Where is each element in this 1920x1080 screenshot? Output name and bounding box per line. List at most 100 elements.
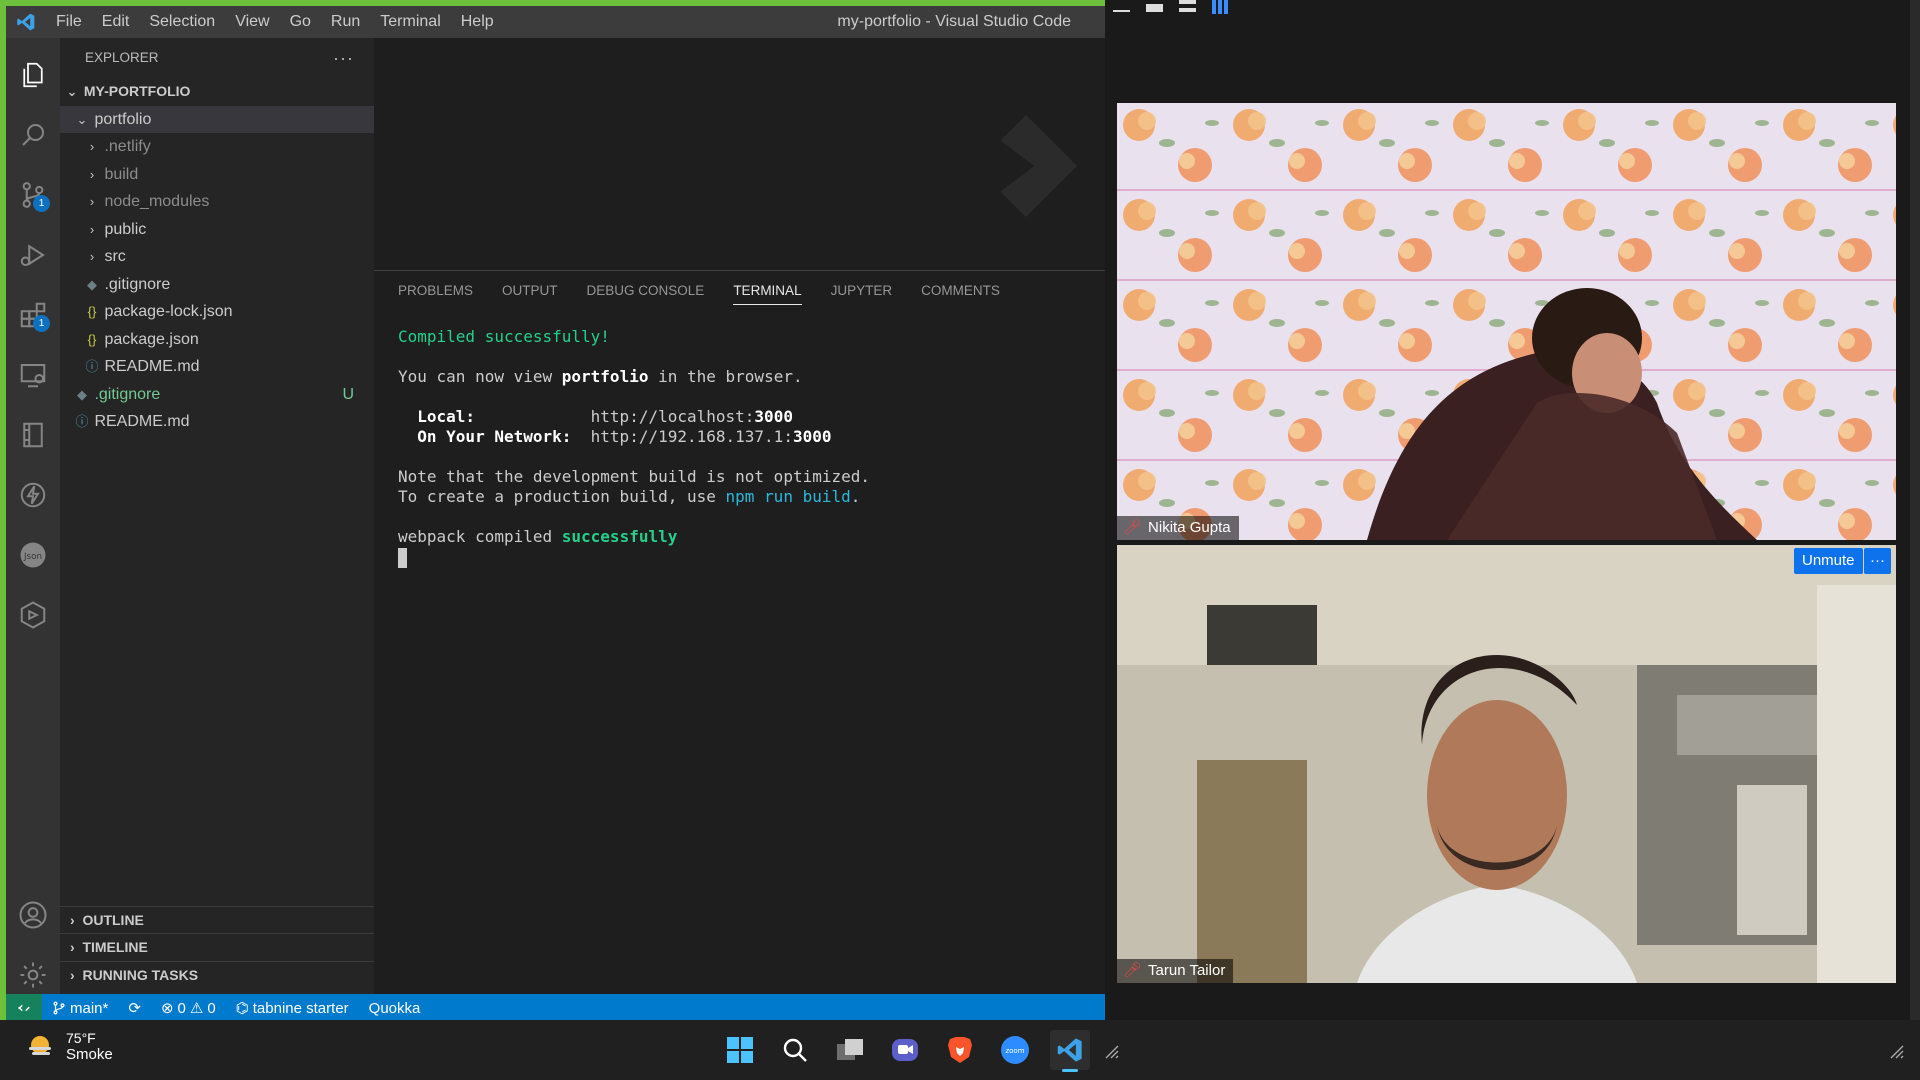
section-label: OUTLINE <box>82 911 144 928</box>
vscode-taskbar-icon[interactable] <box>1050 1030 1090 1072</box>
lightning-icon[interactable] <box>6 468 60 522</box>
folder-src[interactable]: › src <box>60 243 374 271</box>
workspace-root[interactable]: ⌄ MY-PORTFOLIO <box>60 78 374 106</box>
chevron-right-icon: › <box>89 249 95 264</box>
explorer-sidebar: EXPLORER ··· ⌄ MY-PORTFOLIO ⌄ portfolio … <box>60 38 374 994</box>
resize-grip-icon[interactable] <box>1885 1040 1909 1064</box>
section-timeline[interactable]: › TIMELINE <box>60 933 374 961</box>
file-gitignore[interactable]: ◆ .gitignore <box>60 271 374 299</box>
tabnine-label: tabnine starter <box>252 999 349 1017</box>
file-package-json[interactable]: {} package.json <box>60 326 374 354</box>
menu-help[interactable]: Help <box>451 6 504 38</box>
window-title: my-portfolio - Visual Studio Code <box>837 13 1071 30</box>
task-view-icon[interactable] <box>830 1030 870 1070</box>
file-label: package.json <box>104 330 199 348</box>
folder-label: .netlify <box>104 138 151 155</box>
notebook-icon[interactable] <box>6 408 60 462</box>
file-readme[interactable]: ⓘ README.md <box>60 353 374 381</box>
problems-status[interactable]: ⊗ 0 ⚠ 0 <box>151 999 226 1018</box>
minimize-view-icon[interactable] <box>1113 4 1130 12</box>
search-icon[interactable] <box>775 1030 815 1070</box>
compiled-message: Compiled successfully! <box>398 327 610 346</box>
file-package-lock[interactable]: {} package-lock.json <box>60 298 374 326</box>
panel-tabs: PROBLEMS OUTPUT DEBUG CONSOLE TERMINAL J… <box>374 271 1105 311</box>
explorer-more-icon[interactable]: ··· <box>333 38 354 78</box>
remote-indicator-icon[interactable] <box>6 994 42 1022</box>
participant-name: Tarun Tailor <box>1148 962 1226 979</box>
editor-area[interactable] <box>374 38 1105 270</box>
temperature: 75°F <box>66 1030 96 1046</box>
note-line-2-suffix: . <box>850 487 861 506</box>
folder-label: node_modules <box>104 193 210 210</box>
menu-selection[interactable]: Selection <box>139 6 225 38</box>
build-command: npm run build <box>725 487 851 506</box>
menu-run[interactable]: Run <box>321 6 370 38</box>
git-branch-status[interactable]: main* <box>42 1000 118 1017</box>
tab-output[interactable]: OUTPUT <box>502 277 558 305</box>
speaker-view-icon[interactable] <box>1146 4 1163 12</box>
resize-grip-icon[interactable] <box>1100 1040 1124 1064</box>
menu-view[interactable]: View <box>225 6 279 38</box>
activity-bar: 1 1 Json <box>6 38 60 994</box>
error-icon: ⊗ <box>160 1000 174 1017</box>
hazy-sun-icon <box>29 1035 51 1055</box>
tab-comments[interactable]: COMMENTS <box>921 277 1000 305</box>
folder-build[interactable]: › build <box>60 161 374 189</box>
explorer-icon[interactable] <box>6 48 60 102</box>
menu-go[interactable]: Go <box>280 6 321 38</box>
extensions-icon[interactable]: 1 <box>6 288 60 342</box>
sync-button[interactable]: ⟳ <box>118 999 151 1017</box>
unmute-button[interactable]: Unmute <box>1794 548 1863 574</box>
json-icon[interactable]: Json <box>6 528 60 582</box>
source-control-icon[interactable]: 1 <box>6 168 60 222</box>
search-icon[interactable] <box>6 108 60 162</box>
participant-video-2[interactable]: 🎤︎ Tarun Tailor <box>1117 545 1896 983</box>
section-running-tasks[interactable]: › RUNNING TASKS <box>60 960 374 988</box>
stacked-view-icon[interactable] <box>1179 0 1196 12</box>
participant-video-1[interactable]: 🎤︎ Nikita Gupta <box>1117 103 1896 540</box>
root-file-readme[interactable]: ⓘ README.md <box>60 408 374 436</box>
tab-terminal[interactable]: TERMINAL <box>733 277 802 305</box>
folder-portfolio[interactable]: ⌄ portfolio <box>60 105 374 133</box>
file-label: .gitignore <box>104 275 171 293</box>
error-count: 0 <box>177 999 186 1017</box>
run-debug-icon[interactable] <box>6 228 60 282</box>
root-file-gitignore[interactable]: ◆ .gitignore U <box>60 381 374 409</box>
tab-debug-console[interactable]: DEBUG CONSOLE <box>587 277 705 305</box>
menu-file[interactable]: File <box>46 6 92 38</box>
warning-icon: ⚠ <box>189 1000 204 1017</box>
vscode-window: File Edit Selection View Go Run Terminal… <box>0 0 1111 1022</box>
tab-jupyter[interactable]: JUPYTER <box>831 277 893 305</box>
weather-condition: Smoke <box>66 1046 113 1063</box>
cube-icon[interactable] <box>6 588 60 642</box>
tabnine-icon: ⌬ <box>235 1000 249 1017</box>
tab-problems[interactable]: PROBLEMS <box>398 277 473 305</box>
gallery-view-icon[interactable] <box>1212 0 1229 14</box>
section-outline[interactable]: › OUTLINE <box>60 905 374 933</box>
file-label: .gitignore <box>94 385 161 403</box>
explorer-header: EXPLORER ··· <box>60 38 374 78</box>
quokka-status[interactable]: Quokka <box>359 1000 431 1017</box>
local-label: Local: <box>417 407 476 426</box>
zoom-app-icon[interactable]: zoom <box>995 1030 1035 1070</box>
folder-netlify[interactable]: › .netlify <box>60 133 374 161</box>
teams-chat-icon[interactable] <box>885 1030 925 1070</box>
folder-public[interactable]: › public <box>60 216 374 244</box>
muted-mic-icon: 🎤︎ <box>1123 962 1143 979</box>
remote-explorer-icon[interactable] <box>6 348 60 402</box>
folder-label: portfolio <box>94 110 152 128</box>
terminal-output[interactable]: Compiled successfully! You can now view … <box>374 311 1105 568</box>
account-icon[interactable] <box>6 888 60 942</box>
folder-node-modules[interactable]: › node_modules <box>60 188 374 216</box>
tabnine-status[interactable]: ⌬ tabnine starter <box>226 999 359 1018</box>
menu-terminal[interactable]: Terminal <box>370 6 450 38</box>
participant-more-button[interactable]: ··· <box>1864 548 1891 574</box>
weather-widget[interactable]: 75°F Smoke <box>24 1030 113 1063</box>
zoom-window-edge <box>1910 0 1920 1020</box>
terminal-cursor <box>398 547 407 568</box>
file-label: README.md <box>94 413 190 430</box>
brave-browser-icon[interactable] <box>940 1030 980 1070</box>
menu-edit[interactable]: Edit <box>92 6 140 38</box>
windows-start-icon[interactable] <box>720 1030 760 1070</box>
note-line-2-prefix: To create a production build, use <box>398 487 726 506</box>
